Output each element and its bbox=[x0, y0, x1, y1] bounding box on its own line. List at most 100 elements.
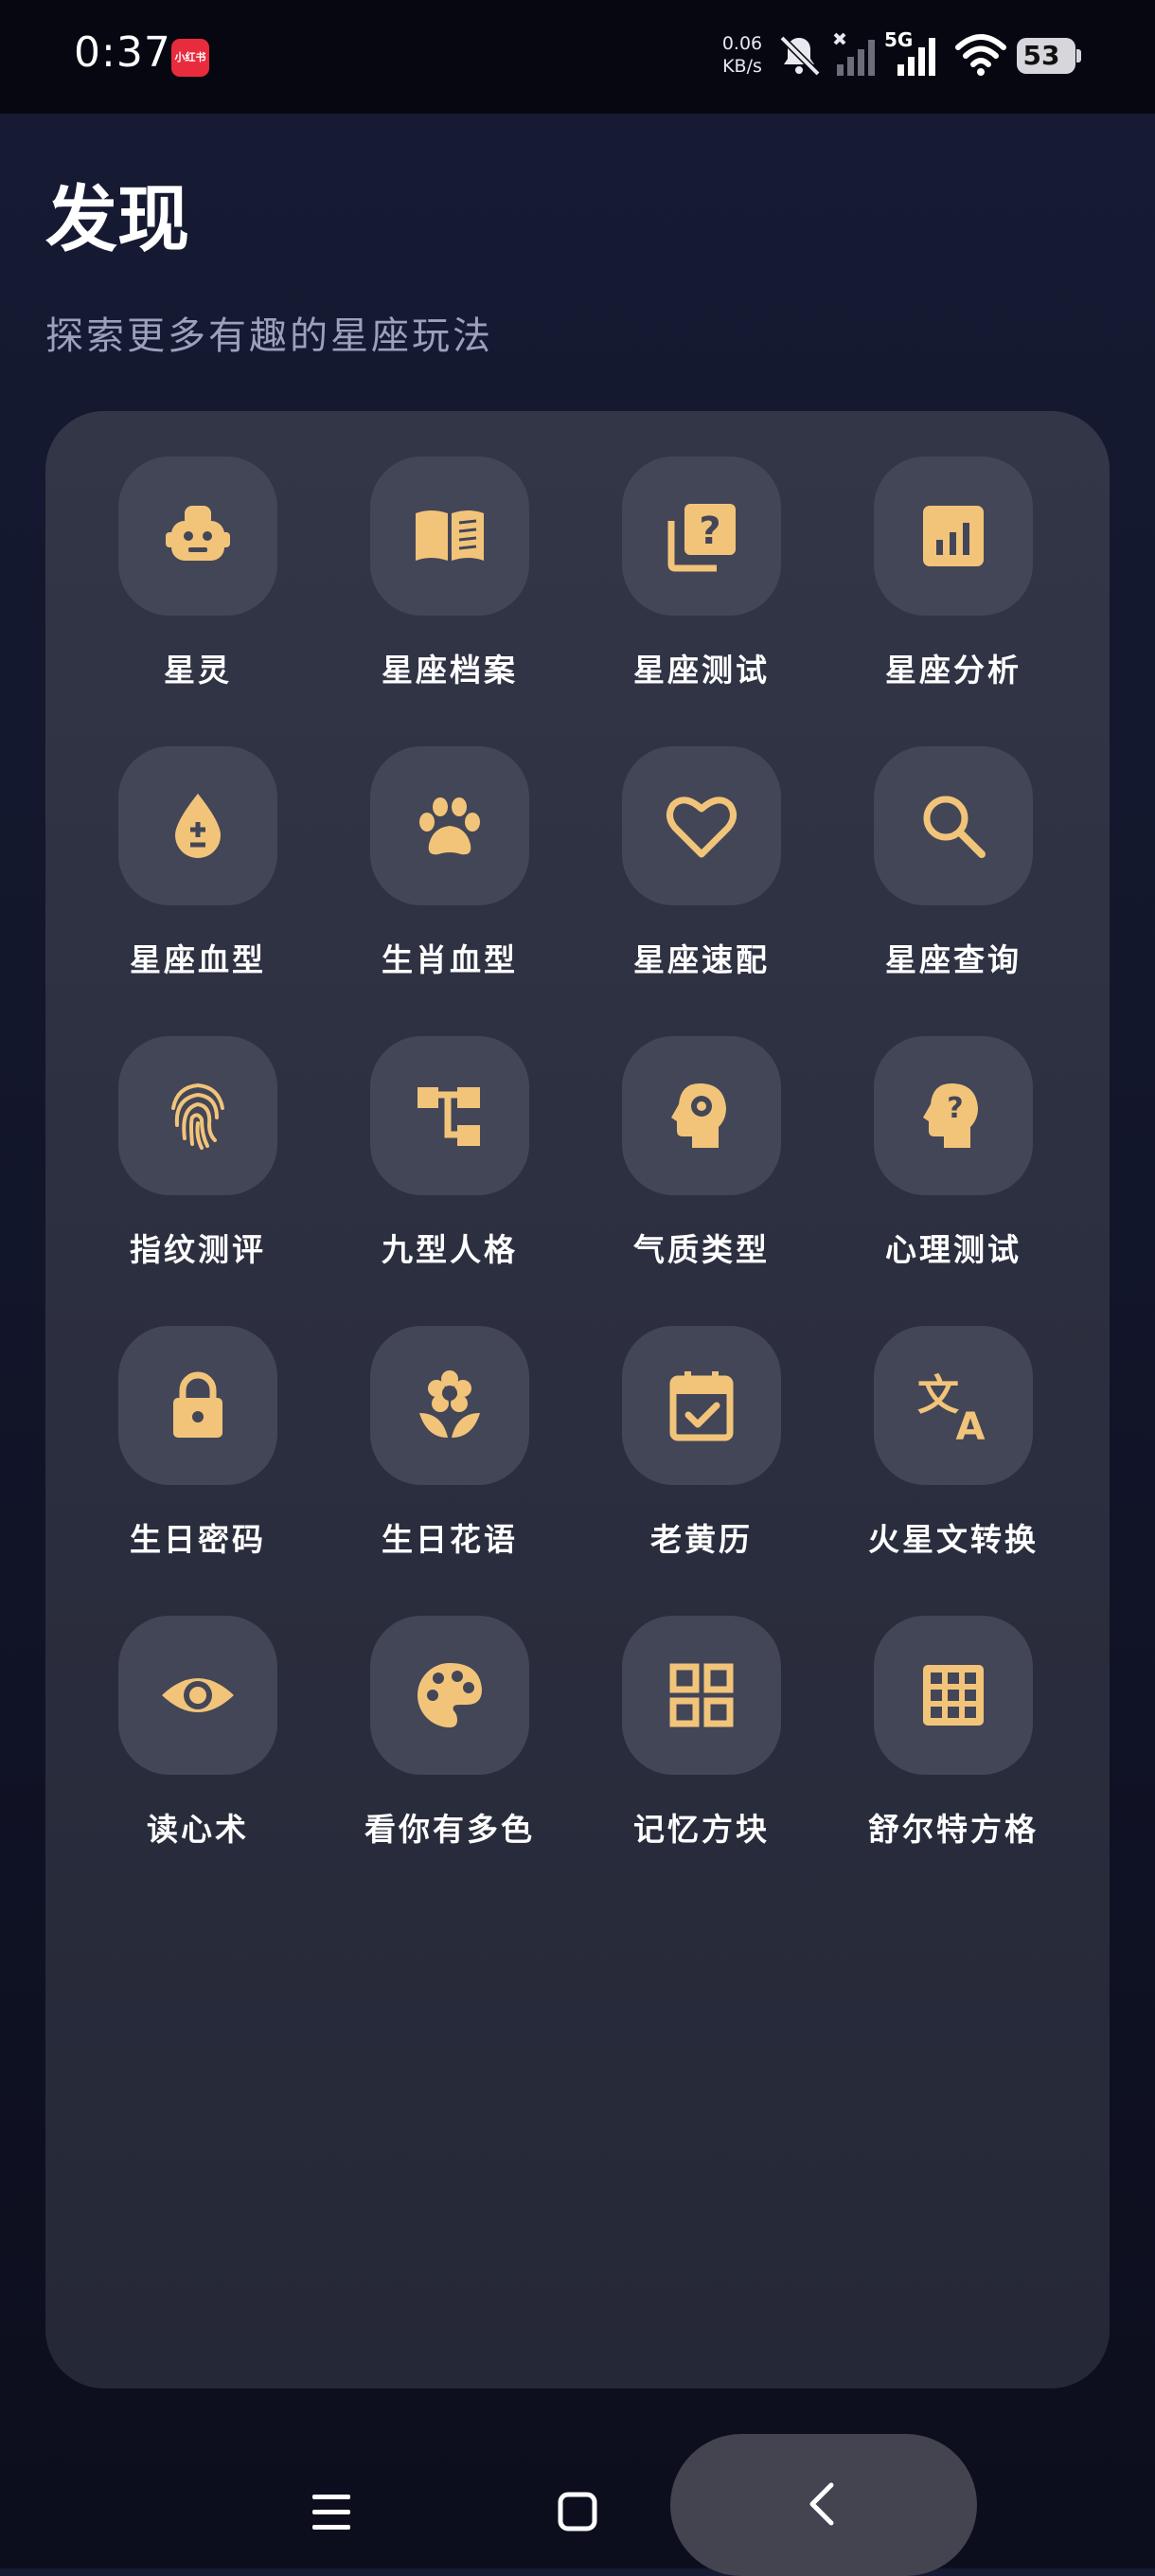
network-speed-unit: KB/s bbox=[722, 56, 762, 77]
page-title: 发现 bbox=[45, 177, 189, 261]
tile-label: 星座分析 bbox=[885, 652, 1022, 689]
tile-xingzuo-xuexing[interactable]: 星座血型 bbox=[94, 701, 302, 978]
tile-icon-box bbox=[118, 1036, 277, 1195]
tile-icon-box bbox=[370, 746, 529, 905]
tile-label: 星座查询 bbox=[885, 941, 1022, 978]
home-square-icon[interactable] bbox=[547, 2481, 608, 2542]
tile-label: 指纹测评 bbox=[130, 1231, 266, 1268]
battery-level: 53 bbox=[1022, 40, 1060, 71]
tile-label: 星灵 bbox=[164, 652, 232, 689]
tile-zhiwen-ceping[interactable]: 指纹测评 bbox=[94, 991, 302, 1268]
tile-icon-box bbox=[370, 1616, 529, 1775]
tile-label: 星座血型 bbox=[130, 941, 266, 978]
tile-huoxingwen-zhuanhuan[interactable]: 文 A 火星文转换 bbox=[849, 1280, 1057, 1558]
translate-icon: 文 A bbox=[917, 1371, 986, 1445]
system-navigation-bar bbox=[0, 2424, 1155, 2576]
tile-icon-box bbox=[622, 746, 781, 905]
menu-icon[interactable] bbox=[301, 2481, 362, 2542]
tile-label: 火星文转换 bbox=[868, 1521, 1039, 1558]
hierarchy-icon bbox=[418, 1087, 480, 1146]
head-question-icon: ? bbox=[923, 1083, 978, 1148]
tile-shengri-huayu[interactable]: 生日花语 bbox=[346, 1280, 554, 1558]
tile-shengxiao-xuexing[interactable]: 生肖血型 bbox=[346, 701, 554, 978]
tile-icon-box bbox=[370, 1036, 529, 1195]
network-speed: 0.06 KB/s bbox=[716, 32, 769, 78]
tile-label: 星座测试 bbox=[633, 652, 770, 689]
tile-icon-box bbox=[622, 1036, 781, 1195]
svg-text:?: ? bbox=[947, 1092, 963, 1125]
back-chevron-icon bbox=[809, 2482, 834, 2526]
feature-card: 星灵 星座档案 ? 星座测试 星座分析 星座血型 生肖血型 星座速配 星座查询 … bbox=[45, 411, 1110, 2388]
signal-off-icon bbox=[833, 32, 875, 76]
page-subtitle: 探索更多有趣的星座玩法 bbox=[45, 314, 493, 358]
tile-icon-box bbox=[622, 1326, 781, 1485]
app-notification-badge: 小红书 bbox=[171, 39, 209, 77]
svg-text:文: 文 bbox=[917, 1371, 959, 1420]
tile-icon-box bbox=[622, 1616, 781, 1775]
tile-icon-box bbox=[874, 746, 1033, 905]
tile-label: 心理测试 bbox=[885, 1231, 1022, 1268]
bell-muted-icon bbox=[779, 35, 821, 77]
tile-kanni-youduose[interactable]: 看你有多色 bbox=[346, 1570, 554, 1848]
grid-icon bbox=[669, 1663, 734, 1727]
search-icon bbox=[923, 796, 986, 858]
table-grid-icon bbox=[923, 1665, 984, 1726]
book-icon bbox=[416, 510, 484, 561]
paw-icon bbox=[419, 797, 480, 855]
robot-icon bbox=[166, 506, 230, 561]
tile-label: 舒尔特方格 bbox=[868, 1811, 1039, 1848]
blood-drop-icon bbox=[175, 794, 221, 858]
tile-icon-box bbox=[118, 456, 277, 616]
tile-icon-box bbox=[874, 1616, 1033, 1775]
tile-icon-box: ? bbox=[874, 1036, 1033, 1195]
tile-icon-box bbox=[118, 746, 277, 905]
tile-label: 气质类型 bbox=[633, 1231, 770, 1268]
signal-icon bbox=[897, 38, 935, 76]
tile-label: 九型人格 bbox=[382, 1231, 518, 1268]
tile-xingzuo-dangan[interactable]: 星座档案 bbox=[346, 411, 554, 689]
network-speed-value: 0.06 bbox=[721, 33, 763, 54]
tile-xingling[interactable]: 星灵 bbox=[94, 411, 302, 689]
eye-icon bbox=[162, 1678, 234, 1712]
heart-icon bbox=[666, 796, 737, 858]
quiz-icon: ? bbox=[667, 504, 736, 572]
fingerprint-icon bbox=[171, 1082, 224, 1150]
tile-label: 看你有多色 bbox=[364, 1811, 535, 1848]
tile-icon-box bbox=[118, 1326, 277, 1485]
status-bar: 0:37 小红书 0.06 KB/s 5G 53 bbox=[0, 0, 1155, 114]
tile-icon-box bbox=[118, 1616, 277, 1775]
tile-shuerte-fangge[interactable]: 舒尔特方格 bbox=[849, 1570, 1057, 1848]
tile-icon-box: 文 A bbox=[874, 1326, 1033, 1485]
tile-jiyi-fangkuai[interactable]: 记忆方块 bbox=[597, 1570, 806, 1848]
wifi-icon bbox=[955, 34, 1006, 76]
calendar-check-icon bbox=[669, 1371, 734, 1441]
status-time: 0:37 bbox=[74, 28, 171, 77]
tile-icon-box bbox=[370, 456, 529, 616]
tile-label: 生日密码 bbox=[130, 1521, 266, 1558]
tile-laohuangli[interactable]: 老黄历 bbox=[597, 1280, 806, 1558]
svg-text:?: ? bbox=[699, 510, 720, 553]
tile-xinli-ceshi[interactable]: ? 心理测试 bbox=[849, 991, 1057, 1268]
tile-label: 读心术 bbox=[147, 1811, 249, 1848]
tile-icon-box: ? bbox=[622, 456, 781, 616]
tile-xingzuo-supei[interactable]: 星座速配 bbox=[597, 701, 806, 978]
tile-label: 生肖血型 bbox=[382, 941, 518, 978]
tile-label: 记忆方块 bbox=[633, 1811, 770, 1848]
tile-xingzuo-fenxi[interactable]: 星座分析 bbox=[849, 411, 1057, 689]
battery-indicator: 53 bbox=[1017, 38, 1081, 74]
tile-jiuxing-renge[interactable]: 九型人格 bbox=[346, 991, 554, 1268]
tile-duxinshu[interactable]: 读心术 bbox=[94, 1570, 302, 1848]
analytics-icon bbox=[923, 506, 984, 566]
tile-label: 星座档案 bbox=[382, 652, 518, 689]
lock-icon bbox=[173, 1371, 222, 1438]
tile-xingzuo-ceshi[interactable]: ? 星座测试 bbox=[597, 411, 806, 689]
tile-qizhi-leixing[interactable]: 气质类型 bbox=[597, 991, 806, 1268]
tile-label: 老黄历 bbox=[650, 1521, 753, 1558]
back-button[interactable] bbox=[670, 2434, 977, 2576]
tile-icon-box bbox=[370, 1326, 529, 1485]
palette-icon bbox=[418, 1663, 482, 1727]
tile-shengri-mima[interactable]: 生日密码 bbox=[94, 1280, 302, 1558]
tile-xingzuo-chaxun[interactable]: 星座查询 bbox=[849, 701, 1057, 978]
flower-icon bbox=[419, 1370, 480, 1438]
head-gear-icon bbox=[671, 1083, 726, 1148]
